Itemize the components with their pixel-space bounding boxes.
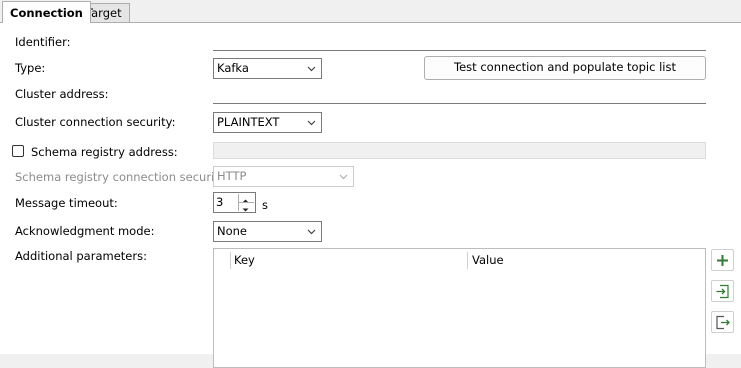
column-separator: [467, 252, 468, 269]
import-icon: [716, 284, 729, 299]
cluster-security-select[interactable]: PLAINTEXT: [213, 112, 322, 133]
tab-connection[interactable]: Connection: [2, 1, 91, 23]
ack-mode-select[interactable]: None: [213, 221, 322, 242]
test-connection-button[interactable]: Test connection and populate topic list: [424, 56, 706, 80]
schema-security-label: Schema registry connection security:: [15, 170, 229, 184]
cluster-security-value: PLAINTEXT: [217, 115, 280, 129]
stepper-up-icon[interactable]: [239, 194, 254, 203]
chevron-down-icon: [339, 174, 348, 180]
stepper-down-icon[interactable]: [239, 202, 254, 212]
chevron-down-icon: [307, 66, 316, 72]
import-parameters-button[interactable]: [711, 280, 734, 302]
column-separator: [230, 252, 231, 269]
schema-registry-label: Schema registry address:: [31, 145, 178, 159]
schema-registry-field: [213, 142, 706, 159]
schema-security-value: HTTP: [217, 169, 247, 183]
cluster-security-label: Cluster connection security:: [15, 115, 176, 129]
type-value: Kafka: [217, 61, 249, 75]
add-parameter-button[interactable]: [711, 249, 734, 271]
type-label: Type:: [15, 61, 46, 75]
chevron-down-icon: [307, 120, 316, 126]
export-parameters-button[interactable]: [711, 311, 734, 333]
plus-icon: [717, 255, 728, 266]
identifier-label: Identifier:: [15, 35, 71, 49]
connection-panel: Identifier: Type: Kafka Test connection …: [0, 22, 741, 368]
cluster-address-field[interactable]: [213, 84, 706, 104]
column-header-value[interactable]: Value: [472, 249, 504, 272]
message-timeout-label: Message timeout:: [15, 196, 118, 210]
message-timeout-stepper[interactable]: 3: [213, 192, 256, 213]
additional-parameters-label: Additional parameters:: [15, 249, 147, 263]
schema-registry-checkbox[interactable]: [12, 145, 24, 157]
parameters-table[interactable]: Key Value: [213, 248, 706, 368]
message-timeout-value: 3: [216, 195, 224, 209]
identifier-field[interactable]: [213, 32, 706, 51]
chevron-down-icon: [307, 229, 316, 235]
ack-mode-value: None: [217, 224, 248, 238]
message-timeout-unit: s: [262, 198, 268, 212]
column-header-key[interactable]: Key: [234, 249, 255, 272]
cluster-address-label: Cluster address:: [15, 87, 109, 101]
stepper-arrows[interactable]: [238, 194, 254, 212]
type-select[interactable]: Kafka: [213, 58, 322, 79]
export-icon: [716, 315, 730, 330]
ack-mode-label: Acknowledgment mode:: [15, 224, 155, 238]
schema-security-select: HTTP: [213, 166, 354, 187]
